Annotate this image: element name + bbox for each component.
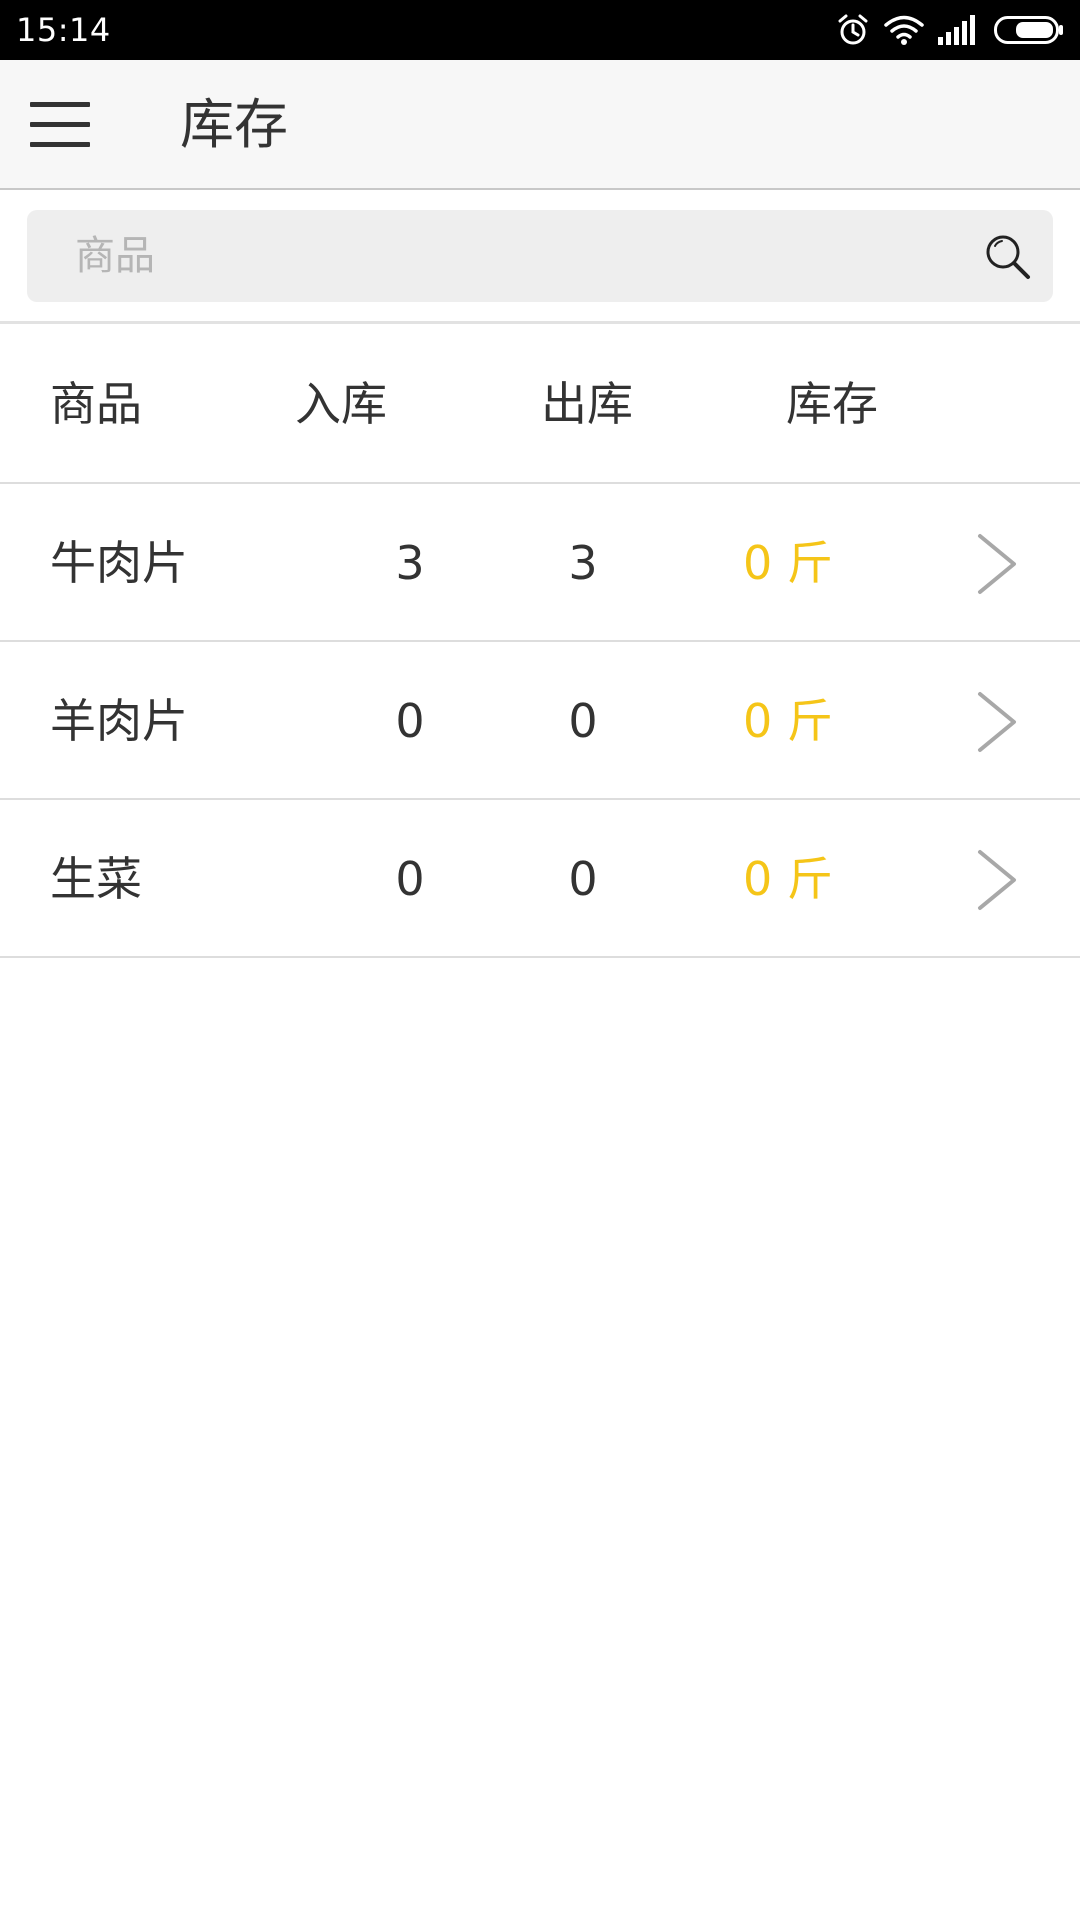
search-box[interactable] — [27, 210, 1053, 302]
table-row[interactable]: 牛肉片 3 3 0 斤 — [0, 484, 1080, 642]
search-input[interactable] — [75, 210, 955, 302]
row-out-value: 0 — [568, 852, 598, 906]
row-product-name: 牛肉片 — [50, 536, 188, 590]
signal-icon — [938, 15, 975, 45]
battery-icon — [994, 16, 1063, 44]
table-row[interactable]: 羊肉片 0 0 0 斤 — [0, 642, 1080, 800]
page-title: 库存 — [180, 93, 288, 156]
status-bar: 15:14 — [0, 0, 1080, 60]
table-row[interactable]: 生菜 0 0 0 斤 — [0, 800, 1080, 958]
chevron-right-icon[interactable] — [976, 532, 1020, 596]
wifi-icon — [884, 15, 924, 45]
status-icons — [836, 10, 1064, 50]
row-out-value: 0 — [568, 694, 598, 748]
table-header: 商品 入库 出库 库存 — [0, 324, 1080, 484]
search-section — [0, 190, 1080, 324]
row-in-value: 0 — [395, 694, 425, 748]
row-in-value: 3 — [395, 536, 425, 590]
app-bar: 库存 — [0, 60, 1080, 190]
chevron-right-icon[interactable] — [976, 690, 1020, 754]
column-header-in: 入库 — [295, 377, 387, 431]
column-header-out: 出库 — [541, 377, 633, 431]
row-in-value: 0 — [395, 852, 425, 906]
row-out-value: 3 — [568, 536, 598, 590]
row-product-name: 生菜 — [50, 852, 142, 906]
column-header-product: 商品 — [50, 377, 142, 431]
row-stock-value: 0 斤 — [743, 694, 833, 748]
column-header-stock: 库存 — [786, 377, 878, 431]
row-product-name: 羊肉片 — [50, 694, 188, 748]
row-stock-value: 0 斤 — [743, 852, 833, 906]
search-icon[interactable] — [983, 232, 1031, 280]
row-stock-value: 0 斤 — [743, 536, 833, 590]
hamburger-menu-icon[interactable] — [30, 102, 92, 148]
alarm-icon — [838, 14, 868, 45]
chevron-right-icon[interactable] — [976, 848, 1020, 912]
status-time: 15:14 — [16, 11, 111, 49]
